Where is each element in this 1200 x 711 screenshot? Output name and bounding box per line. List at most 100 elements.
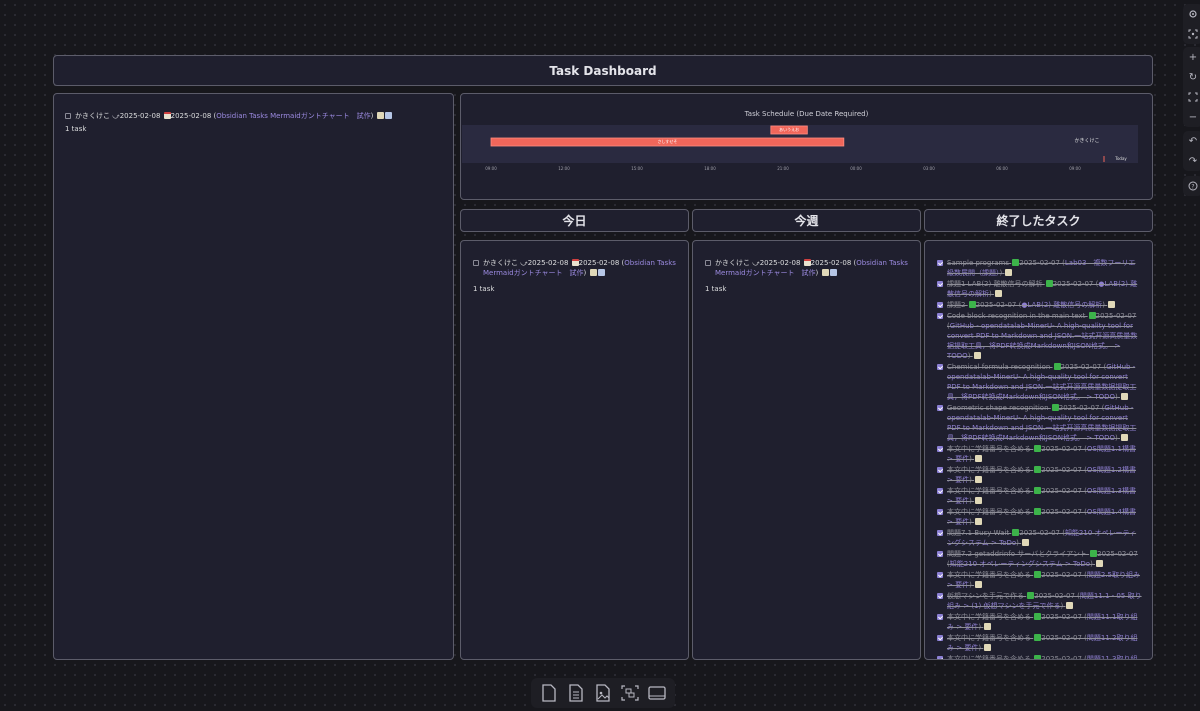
task-checkbox-checked[interactable] xyxy=(937,302,943,308)
edit-icon[interactable] xyxy=(975,518,983,525)
edit-icon[interactable] xyxy=(1121,393,1129,400)
edit-icon[interactable] xyxy=(821,269,829,276)
done-task-item[interactable]: 仮想マシンを手元で作る 2025-02-07 (問題11.1 - 05 取り組み… xyxy=(937,591,1142,611)
week-task-panel: かきくけこ ⤻2025-02-08 2025-02-08 (Obsidian T… xyxy=(692,240,921,660)
task-checkbox-checked[interactable] xyxy=(937,488,943,494)
canvas-card-toolbar xyxy=(531,678,675,708)
done-task-text: 本文中に学籍番号を含める 2025-02-07 (問題11.3取り組み > 要件… xyxy=(947,654,1142,659)
task-checkbox-checked[interactable] xyxy=(937,405,943,411)
done-task-item[interactable]: Chemical formula recognition 2025-02-07 … xyxy=(937,362,1142,402)
zoom-in-button[interactable]: + xyxy=(1183,47,1200,67)
done-task-item[interactable]: Code block recognition in the main text … xyxy=(937,311,1142,361)
done-task-text: 本文中に学籍番号を含める 2025-02-07 (OS問題1.1構書 > 要件) xyxy=(947,445,1136,463)
done-task-item[interactable]: 本文中に学籍番号を含める 2025-02-07 (OS問題1.4構書 > 要件) xyxy=(937,507,1142,527)
task-link[interactable]: ●LAB(2) 離散信号の解析 xyxy=(1021,301,1102,309)
done-task-item[interactable]: 課題2 2025-02-07 (●LAB(2) 離散信号の解析) xyxy=(937,300,1142,310)
task-checkbox-checked[interactable] xyxy=(937,313,943,319)
add-note-button[interactable] xyxy=(564,681,588,705)
help-button[interactable]: ? xyxy=(1183,176,1200,196)
task-checkbox-checked[interactable] xyxy=(937,593,943,599)
zoom-out-button[interactable]: − xyxy=(1183,107,1200,127)
done-task-item[interactable]: 本文中に学籍番号を含める 2025-02-07 (問題11.3取り組み > 要件… xyxy=(937,654,1142,659)
edit-icon[interactable] xyxy=(975,581,983,588)
done-task-item[interactable]: 本文中に学籍番号を含める 2025-02-07 (問題11.1取り組み > 要件… xyxy=(937,612,1142,632)
redo-button[interactable]: ↷ xyxy=(1183,151,1200,171)
done-task-text: 課題1 LAB(2) 離散信号の解析 2025-02-07 (●LAB(2) 離… xyxy=(947,280,1138,298)
done-task-item[interactable]: Geometric shape recognition 2025-02-07 (… xyxy=(937,403,1142,443)
task-checkbox-checked[interactable] xyxy=(937,446,943,452)
edit-icon[interactable] xyxy=(1005,269,1013,276)
task-checkbox-checked[interactable] xyxy=(937,281,943,287)
task-checkbox[interactable] xyxy=(705,260,711,266)
calendar-icon xyxy=(571,259,579,266)
done-task-item[interactable]: 本文中に学籍番号を含める 2025-02-07 (OS問題1.3構書 > 要件) xyxy=(937,486,1142,506)
done-task-item[interactable]: 本文中に学籍番号を含める 2025-02-07 (OS問題1.1構書 > 要件) xyxy=(937,444,1142,464)
task-checkbox-checked[interactable] xyxy=(937,509,943,515)
edit-icon[interactable] xyxy=(975,476,983,483)
add-group-button[interactable] xyxy=(618,681,642,705)
task-text: かきくけこ ⤻2025-02-08 2025-02-08 (Obsidian T… xyxy=(483,259,676,277)
edit-icon[interactable] xyxy=(973,352,981,359)
add-card-button[interactable] xyxy=(537,681,561,705)
recurring-icon: ⤻ xyxy=(520,259,528,267)
main-task-panel: かきくけこ ⤻2025-02-08 2025-02-08 (Obsidian T… xyxy=(53,93,454,660)
edit-icon[interactable] xyxy=(1096,560,1104,567)
zoom-to-fit-button[interactable] xyxy=(1183,87,1200,107)
postpone-icon[interactable] xyxy=(384,112,392,119)
edit-icon[interactable] xyxy=(975,455,983,462)
task-checkbox-checked[interactable] xyxy=(937,467,943,473)
done-task-item[interactable]: 問題7.2 getaddrinfo サーバとクライアント 2025-02-07 … xyxy=(937,549,1142,569)
task-checkbox-checked[interactable] xyxy=(937,551,943,557)
task-link[interactable]: 知能210 オペレーティングシステム > ToDo xyxy=(950,560,1090,568)
add-media-button[interactable] xyxy=(591,681,615,705)
task-checkbox-checked[interactable] xyxy=(937,530,943,536)
task-checkbox-checked[interactable] xyxy=(937,260,943,266)
edit-icon[interactable] xyxy=(376,112,384,119)
focus-button[interactable] xyxy=(1183,24,1200,44)
minus-icon: − xyxy=(1188,111,1198,123)
add-frame-button[interactable] xyxy=(645,681,669,705)
task-count: 1 task xyxy=(65,125,87,133)
task-checkbox-checked[interactable] xyxy=(937,614,943,620)
task-checkbox-checked[interactable] xyxy=(937,635,943,641)
edit-icon[interactable] xyxy=(1066,602,1074,609)
edit-icon[interactable] xyxy=(589,269,597,276)
edit-icon[interactable] xyxy=(994,290,1002,297)
gear-icon xyxy=(1189,10,1197,18)
file-icon xyxy=(541,684,556,702)
task-checkbox[interactable] xyxy=(65,113,71,119)
edit-icon[interactable] xyxy=(1108,301,1116,308)
task-checkbox[interactable] xyxy=(473,260,479,266)
gantt-task-label: かきくけこ xyxy=(1074,137,1099,144)
done-task-item[interactable]: 本文中に学籍番号を含める 2025-02-07 (OS問題1.2構書 > 要件) xyxy=(937,465,1142,485)
edit-icon[interactable] xyxy=(984,623,992,630)
task-checkbox-checked[interactable] xyxy=(937,364,943,370)
done-task-item[interactable]: 問題7.1 Busy Wait 2025-02-07 (知能210 オペレーティ… xyxy=(937,528,1142,548)
gantt-bar-label: あいうえお xyxy=(779,126,799,132)
edit-icon[interactable] xyxy=(1121,434,1129,441)
canvas-help-toolbar: ? xyxy=(1183,176,1200,196)
task-checkbox-checked[interactable] xyxy=(937,572,943,578)
task-checkbox-checked[interactable] xyxy=(937,656,943,659)
edit-icon[interactable] xyxy=(1022,539,1030,546)
task-item[interactable]: かきくけこ ⤻2025-02-08 2025-02-08 (Obsidian T… xyxy=(705,258,909,278)
settings-button[interactable] xyxy=(1183,4,1200,24)
done-task-item[interactable]: 本文中に学籍番号を含める 2025-02-07 (問題2.5取り組み > 要件) xyxy=(937,570,1142,590)
postpone-icon[interactable] xyxy=(829,269,837,276)
done-task-text: 仮想マシンを手元で作る 2025-02-07 (問題11.1 - 05 取り組み… xyxy=(947,592,1142,610)
task-item[interactable]: かきくけこ ⤻2025-02-08 2025-02-08 (Obsidian T… xyxy=(65,111,442,121)
done-task-item[interactable]: 本文中に学籍番号を含める 2025-02-07 (問題11.2取り組み > 要件… xyxy=(937,633,1142,653)
edit-icon[interactable] xyxy=(975,497,983,504)
undo-button[interactable]: ↶ xyxy=(1183,131,1200,151)
postpone-icon[interactable] xyxy=(597,269,605,276)
task-link[interactable]: Obsidian Tasks Mermaidガントチャート 試作 xyxy=(216,112,370,120)
check-icon xyxy=(1088,312,1096,319)
done-task-text: 問題7.1 Busy Wait 2025-02-07 (知能210 オペレーティ… xyxy=(947,529,1137,547)
done-task-item[interactable]: 課題1 LAB(2) 離散信号の解析 2025-02-07 (●LAB(2) 離… xyxy=(937,279,1142,299)
task-item[interactable]: かきくけこ ⤻2025-02-08 2025-02-08 (Obsidian T… xyxy=(473,258,677,278)
done-task-item[interactable]: Sample programs 2025-02-07 (Lab03 複数フーリエ… xyxy=(937,258,1142,278)
done-task-text: Sample programs 2025-02-07 (Lab03 複数フーリエ… xyxy=(947,259,1136,277)
edit-icon[interactable] xyxy=(984,644,992,651)
done-task-text: 課題2 2025-02-07 (●LAB(2) 離散信号の解析) xyxy=(947,300,1116,310)
reset-zoom-button[interactable]: ↻ xyxy=(1183,67,1200,87)
